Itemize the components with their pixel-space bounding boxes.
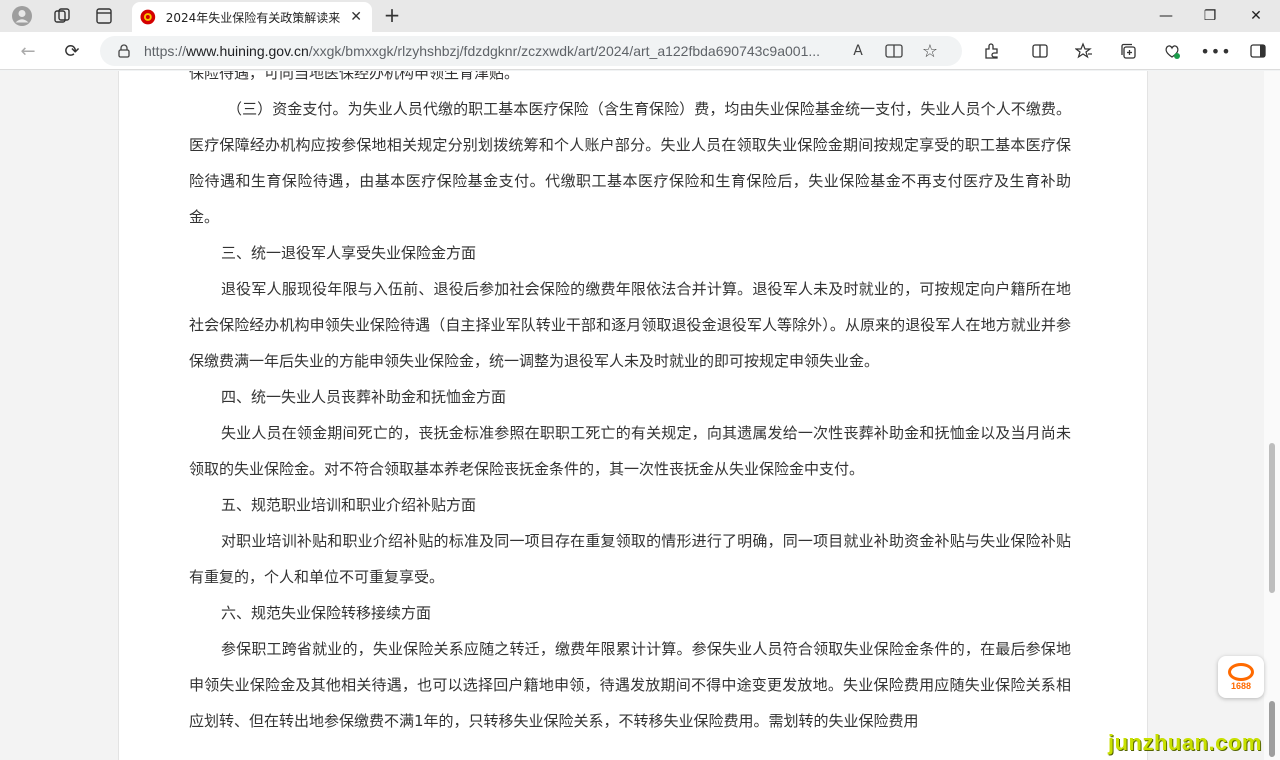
collections-icon[interactable]	[1116, 39, 1140, 63]
favorites-icon[interactable]	[1072, 39, 1096, 63]
read-aloud-icon[interactable]: A	[846, 39, 870, 63]
active-tab[interactable]: 2024年失业保险有关政策解读来源 ✕	[132, 2, 372, 32]
content-column: 保险待遇，可向当地医保经办机构申领生育津贴。 （三）资金支付。为失业人员代缴的职…	[118, 71, 1148, 760]
gov-emblem-icon	[140, 9, 156, 25]
tab-strip: 2024年失业保险有关政策解读来源 ✕ + — ❐ ✕	[0, 0, 1280, 32]
tab-title: 2024年失业保险有关政策解读来源	[165, 10, 341, 25]
minimize-icon[interactable]: —	[1152, 4, 1180, 28]
browser-essentials-icon[interactable]	[1160, 39, 1184, 63]
paragraph: （三）资金支付。为失业人员代缴的职工基本医疗保险（含生育保险）费，均由失业保险基…	[189, 100, 1071, 226]
page-viewport: 保险待遇，可向当地医保经办机构申领生育津贴。 （三）资金支付。为失业人员代缴的职…	[0, 71, 1264, 760]
extensions-icon[interactable]	[980, 39, 1004, 63]
scrollbar-marker	[1269, 701, 1275, 757]
split-screen-icon[interactable]	[1028, 39, 1052, 63]
url-path: /xxgk/bmxxgk/rlzyhshbzj/fdzdgknr/zczxwdk…	[308, 43, 821, 59]
paragraph: 参保职工跨省就业的，失业保险关系应随之转迁，缴费年限累计计算。参保失业人员符合领…	[189, 640, 1071, 730]
1688-logo-text: 1688	[1230, 681, 1252, 691]
paragraph: 失业人员在领金期间死亡的，丧抚金标准参照在职职工死亡的有关规定，向其遗属发给一次…	[189, 424, 1071, 478]
refresh-icon[interactable]: ⟳	[60, 39, 84, 63]
immersive-reader-icon[interactable]	[882, 39, 906, 63]
paragraph: 保险待遇，可向当地医保经办机构申领生育津贴。	[189, 71, 520, 82]
back-icon[interactable]: ←	[16, 39, 40, 63]
new-tab-button[interactable]: +	[380, 4, 404, 28]
section-heading: 三、统一退役军人享受失业保险金方面	[221, 244, 477, 262]
scrollbar-thumb[interactable]	[1269, 443, 1275, 593]
site-watermark: junzhuan.com	[1108, 730, 1262, 755]
1688-logo-icon	[1228, 663, 1254, 681]
address-bar[interactable]: https://www.huining.gov.cn/xxgk/bmxxgk/r…	[100, 36, 962, 66]
paragraph: 退役军人服现役年限与入伍前、退役后参加社会保险的缴费年限依法合并计算。退役军人未…	[189, 280, 1071, 370]
url-text[interactable]: https://www.huining.gov.cn/xxgk/bmxxgk/r…	[144, 43, 834, 59]
section-heading: 四、统一失业人员丧葬补助金和抚恤金方面	[221, 388, 507, 406]
section-heading: 五、规范职业培训和职业介绍补贴方面	[221, 496, 477, 514]
profile-icon[interactable]	[10, 4, 34, 28]
section-heading: 六、规范失业保险转移接续方面	[221, 604, 432, 622]
sidebar-toggle-icon[interactable]	[1246, 39, 1270, 63]
url-scheme: https://	[144, 43, 187, 59]
lock-icon[interactable]	[118, 44, 130, 58]
tab-actions-icon[interactable]	[92, 4, 116, 28]
article-body: 保险待遇，可向当地医保经办机构申领生育津贴。 （三）资金支付。为失业人员代缴的职…	[189, 71, 1071, 739]
navigation-bar: ← ⟳ https://www.huining.gov.cn/xxgk/bmxx…	[0, 32, 1280, 70]
url-host: www.huining.gov.cn	[186, 43, 309, 59]
vertical-scrollbar[interactable]	[1264, 71, 1280, 760]
favorite-star-icon[interactable]: ☆	[918, 39, 942, 63]
close-tab-icon[interactable]: ✕	[348, 9, 364, 25]
1688-floating-button[interactable]: 1688	[1218, 656, 1264, 698]
close-window-icon[interactable]: ✕	[1242, 4, 1270, 28]
paragraph: 对职业培训补贴和职业介绍补贴的标准及同一项目存在重复领取的情形进行了明确，同一项…	[189, 532, 1071, 586]
maximize-icon[interactable]: ❐	[1196, 4, 1224, 28]
workspaces-icon[interactable]	[50, 4, 74, 28]
more-options-icon[interactable]: •••	[1200, 39, 1230, 63]
